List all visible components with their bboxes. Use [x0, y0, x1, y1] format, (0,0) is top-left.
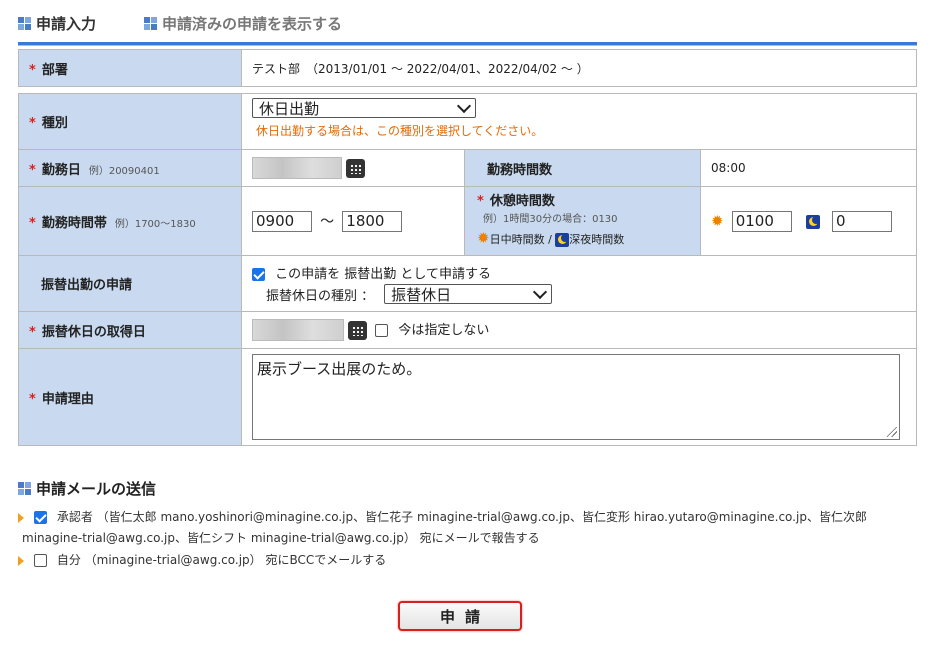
tab-label: 申請済みの申請を表示する: [162, 14, 343, 33]
substitute-kind-label: 振替休日の種別 ：: [266, 288, 375, 304]
day-break-input[interactable]: 0100: [731, 210, 792, 232]
subday-input[interactable]: [252, 319, 344, 342]
approver-mail-text-1: 承認者 （皆仁太郎 mano.yoshinori@minagine.co.jp、…: [56, 510, 867, 524]
department-label: * 部署: [18, 49, 242, 87]
substitute-checkbox[interactable]: [252, 268, 265, 281]
start-time-input[interactable]: 0900: [252, 210, 312, 232]
no-specify-label: 今は指定しない: [398, 322, 490, 338]
workhours-value: 08:00: [700, 149, 917, 187]
workhours-label: 勤務時間数: [464, 149, 701, 187]
tab-application-input[interactable]: 申請入力: [18, 13, 96, 34]
night-break-input[interactable]: 0: [832, 210, 892, 232]
self-mail-text: 自分 （minagine-trial@awg.co.jp） 宛にBCCでメールす…: [56, 553, 387, 567]
timeband-cell: 0900 ～ 1800: [241, 186, 465, 256]
night-hours-legend: 深夜時間数: [569, 233, 625, 246]
self-mail-checkbox[interactable]: [34, 554, 47, 567]
substitute-kind-value: 振替休日: [391, 285, 452, 304]
substitute-cell: この申請を 振替出勤 として申請する 振替休日の種別 ： 振替休日: [241, 255, 917, 312]
no-specify-checkbox[interactable]: [375, 323, 389, 337]
day-hours-legend: 日中時間数: [489, 233, 545, 246]
sun-icon: ✹: [711, 211, 724, 230]
triangle-bullet-icon: [18, 555, 24, 566]
substitute-label: 振替出勤の申請: [18, 255, 242, 312]
calendar-icon[interactable]: [348, 320, 368, 340]
kind-selected-value: 休日出勤: [259, 99, 320, 118]
grid-icon: [18, 482, 31, 495]
triangle-bullet-icon: [18, 512, 24, 523]
tab-bar: 申請入力 申請済みの申請を表示する: [18, 12, 390, 34]
approver-mail-checkbox[interactable]: [34, 511, 47, 524]
grid-icon: [144, 16, 158, 30]
resize-grip-icon[interactable]: [887, 427, 897, 437]
timeband-label: * 勤務時間帯 例）1700～1830: [18, 186, 242, 256]
self-mail-row: 自分 （minagine-trial@awg.co.jp） 宛にBCCでメールす…: [18, 550, 386, 571]
submit-button[interactable]: 申請: [398, 601, 522, 631]
kind-cell: 休日出勤 休日出勤する場合は、この種別を選択してください。: [241, 93, 917, 150]
legend-slash: /: [548, 233, 552, 246]
calendar-icon[interactable]: [346, 158, 366, 178]
reason-label: * 申請理由: [18, 348, 242, 446]
substitute-kind-select[interactable]: 振替休日: [384, 284, 553, 304]
grid-icon: [18, 16, 31, 30]
moon-icon: [555, 233, 570, 247]
time-separator: ～: [320, 213, 335, 230]
kind-note: 休日出勤する場合は、この種別を選択してください。: [256, 124, 544, 138]
workday-input[interactable]: [252, 157, 342, 179]
approver-mail-row: 承認者 （皆仁太郎 mano.yoshinori@minagine.co.jp、…: [18, 507, 867, 549]
subday-cell: 今は指定しない: [241, 311, 917, 349]
tab-show-submitted[interactable]: 申請済みの申請を表示する: [144, 13, 342, 34]
subday-label: * 振替休日の取得日: [18, 311, 242, 349]
kind-select[interactable]: 休日出勤: [252, 98, 476, 118]
sun-icon: ✹: [477, 229, 490, 247]
workday-cell: [241, 149, 465, 187]
department-value: テスト部 （2013/01/01 ～ 2022/04/01、2022/04/02…: [241, 49, 917, 87]
reason-textarea[interactable]: 展示ブース出展のため。: [252, 354, 900, 440]
approver-mail-text-2: minagine-trial@awg.co.jp、皆仁シフト minagine-…: [22, 531, 540, 545]
workday-label: * 勤務日 例）20090401: [18, 149, 242, 187]
substitute-check-text: この申請を 振替出勤 として申請する: [275, 267, 492, 282]
reason-cell: 展示ブース出展のため。: [241, 348, 917, 446]
chevron-down-icon: [456, 98, 472, 113]
moon-icon: [805, 215, 820, 229]
tab-underline: [18, 42, 917, 46]
application-form: * 種別 休日出勤 休日出勤する場合は、この種別を選択してください。 * 勤務日 例）…: [18, 93, 917, 446]
end-time-input[interactable]: 1800: [342, 210, 403, 232]
break-label: * 休憩時間数 例）1時間30分の場合：0130 ✹日中時間数 / 深夜時間数: [464, 186, 701, 256]
reason-text: 展示ブース出展のため。: [257, 360, 422, 378]
chevron-down-icon: [533, 284, 548, 299]
department-table: * 部署 テスト部 （2013/01/01 ～ 2022/04/01、2022/0…: [18, 49, 917, 87]
break-cell: ✹ 0100 0: [700, 186, 917, 256]
tab-label: 申請入力: [36, 14, 97, 33]
kind-label: * 種別: [18, 93, 242, 150]
mail-section-title: 申請メールの送信: [18, 478, 156, 499]
